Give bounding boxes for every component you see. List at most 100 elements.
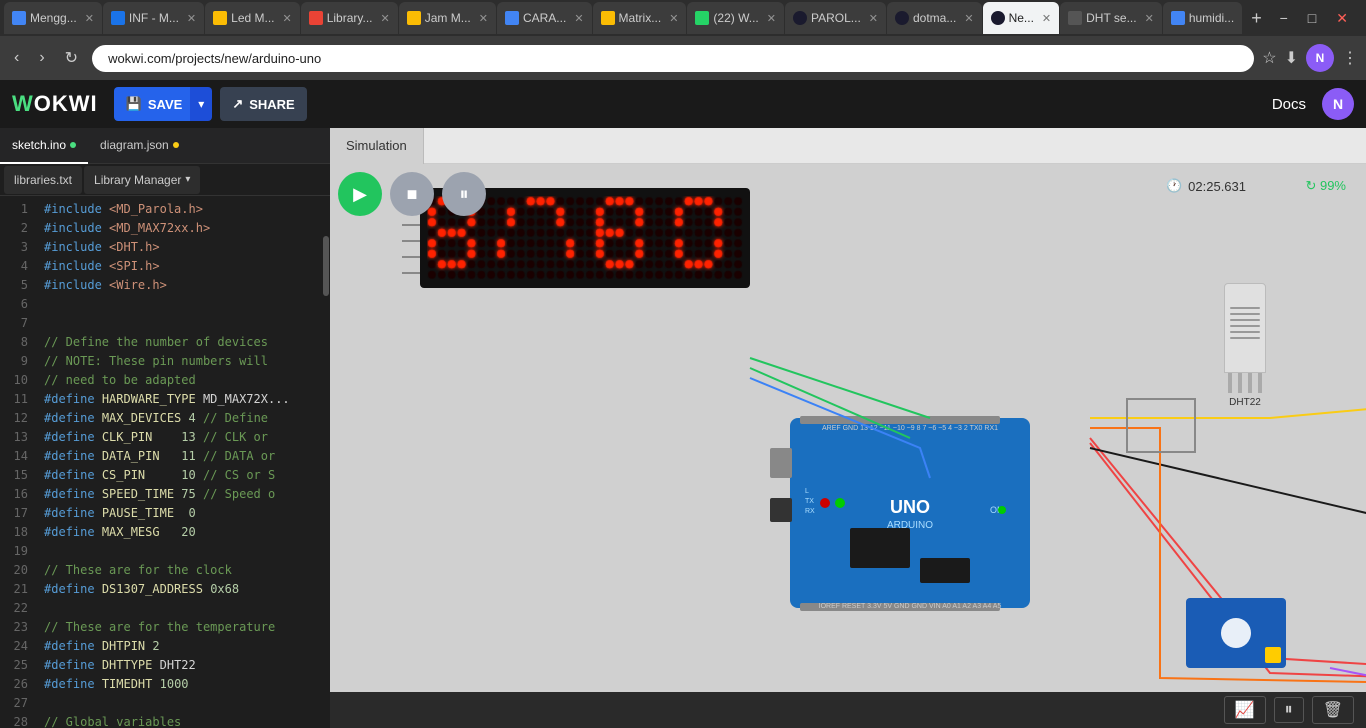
address-bar: ‹ › ↻ ☆ ⬇ N ⋮ [0, 36, 1366, 80]
tab-icon-library [309, 11, 323, 25]
tab-close-mengg[interactable]: ✕ [85, 12, 94, 25]
sim-pause-button[interactable]: ⏸ [1274, 697, 1304, 723]
grill-line-5 [1230, 331, 1260, 333]
delete-button[interactable]: 🗑 [1312, 696, 1354, 724]
code-content[interactable]: #include <MD_Parola.h> #include <MD_MAX7… [36, 196, 322, 728]
file-tab-sketch-label: sketch.ino [12, 138, 66, 152]
reload-button[interactable]: ↻ [59, 44, 84, 72]
forward-button[interactable]: › [33, 45, 50, 71]
play-button[interactable]: ▶ [338, 172, 382, 216]
tab-close-jam[interactable]: ✕ [479, 12, 488, 25]
file-tabs: sketch.ino diagram.json [0, 128, 330, 164]
tab-ne-active[interactable]: Ne... ✕ [983, 2, 1060, 34]
tab-led[interactable]: Led M... ✕ [205, 2, 300, 34]
tab-cara[interactable]: CARA... ✕ [497, 2, 592, 34]
grill-line-2 [1230, 313, 1260, 315]
diagram-modified-dot [173, 142, 179, 148]
libraries-txt-tab[interactable]: libraries.txt [4, 166, 82, 194]
tab-library[interactable]: Library... ✕ [301, 2, 398, 34]
stop-button[interactable]: ■ [390, 172, 434, 216]
matrix-pin-3 [402, 240, 420, 242]
svg-text:UNO: UNO [890, 497, 930, 517]
tab-close-led[interactable]: ✕ [283, 12, 292, 25]
tab-matrix[interactable]: Matrix... ✕ [593, 2, 687, 34]
libraries-txt-label: libraries.txt [14, 173, 72, 187]
tab-icon-cara [505, 11, 519, 25]
code-editor[interactable]: 12345 678910 1112131415 1617181920 21222… [0, 196, 330, 728]
tab-icon-mengg [12, 11, 26, 25]
tab-close-parol[interactable]: ✕ [869, 12, 878, 25]
tab-close-dht[interactable]: ✕ [1145, 12, 1154, 25]
minimize-button[interactable]: − [1274, 10, 1294, 27]
tab-close-cara[interactable]: ✕ [574, 12, 583, 25]
simulation-toolbar: ▶ ■ ⏸ [338, 172, 486, 216]
tab-close-22w[interactable]: ✕ [767, 12, 776, 25]
share-button[interactable]: ↗ SHARE [220, 87, 306, 121]
dht22-label: DHT22 [1229, 397, 1261, 408]
tab-inf[interactable]: INF - M... ✕ [103, 2, 204, 34]
sketch-modified-dot [70, 142, 76, 148]
wokwi-logo: WOKWI [12, 91, 98, 117]
grill-line-1 [1230, 307, 1260, 309]
grill-line-3 [1230, 319, 1260, 321]
menu-button[interactable]: ⋮ [1342, 48, 1358, 68]
docs-button[interactable]: Docs [1272, 96, 1306, 113]
tab-label-cara: CARA... [523, 11, 566, 25]
tab-humidi[interactable]: humidi... [1163, 2, 1242, 34]
file-tab-diagram-label: diagram.json [100, 138, 169, 152]
simulation-tab-label: Simulation [346, 138, 407, 153]
tab-dht[interactable]: DHT se... ✕ [1060, 2, 1162, 34]
new-tab-button[interactable]: + [1243, 8, 1270, 29]
save-button[interactable]: 💾 SAVE [114, 87, 195, 121]
line-numbers: 12345 678910 1112131415 1617181920 21222… [0, 196, 36, 728]
svg-text:ARDUINO: ARDUINO [887, 520, 933, 531]
tab-close-matrix[interactable]: ✕ [669, 12, 678, 25]
tab-icon-parol [793, 11, 807, 25]
editor-area: sketch.ino diagram.json libraries.txt Li… [0, 128, 1366, 728]
simulation-tab[interactable]: Simulation [330, 128, 424, 164]
simulation-tab-bar: Simulation [330, 128, 1366, 164]
arduino-board: UNO ARDUINO ON AREF GND 13 12 ~11 ~10 ~9… [770, 408, 1050, 643]
tab-parol[interactable]: PAROL... ✕ [785, 2, 886, 34]
tab-22w[interactable]: (22) W... ✕ [687, 2, 784, 34]
sim-bottom-bar: 📈 ⏸ 🗑 [330, 692, 1366, 728]
bookmark-button[interactable]: ☆ [1262, 48, 1276, 68]
share-icon: ↗ [232, 96, 243, 112]
save-dropdown-button[interactable]: ▾ [190, 87, 212, 121]
tab-icon-ne [991, 11, 1005, 25]
pause-button[interactable]: ⏸ [442, 172, 486, 216]
tab-label-library: Library... [327, 11, 373, 25]
tab-close-ne[interactable]: ✕ [1042, 12, 1051, 25]
file-tab-sketch[interactable]: sketch.ino [0, 128, 88, 164]
progress-icon: ↻ [1305, 178, 1316, 193]
tab-label-dotma: dotma... [913, 11, 956, 25]
close-button[interactable]: ✕ [1330, 10, 1354, 27]
tab-icon-22w [695, 11, 709, 25]
tab-close-library[interactable]: ✕ [381, 12, 390, 25]
tab-close-inf[interactable]: ✕ [187, 12, 196, 25]
tab-icon-humidi [1171, 11, 1185, 25]
file-tab-diagram[interactable]: diagram.json [88, 128, 191, 164]
maximize-button[interactable]: □ [1302, 10, 1322, 27]
profile-button[interactable]: N [1306, 44, 1334, 72]
code-scrollbar-thumb[interactable] [323, 236, 329, 296]
tab-label-inf: INF - M... [129, 11, 179, 25]
tab-mengg[interactable]: Mengg... ✕ [4, 2, 102, 34]
tab-close-dotma[interactable]: ✕ [964, 12, 973, 25]
save-icon: 💾 [126, 96, 142, 112]
i2c-module [1186, 598, 1286, 668]
clock-icon: 🕐 [1166, 178, 1182, 194]
wokwi-profile-button[interactable]: N [1322, 88, 1354, 120]
matrix-pin-2 [402, 224, 420, 226]
file-subtabs: libraries.txt Library Manager ▾ [0, 164, 330, 196]
chart-button[interactable]: 📈 [1224, 696, 1266, 724]
code-scrollbar[interactable] [322, 196, 330, 728]
library-manager-tab[interactable]: Library Manager ▾ [84, 166, 200, 194]
tab-label-jam: Jam M... [425, 11, 471, 25]
download-button[interactable]: ⬇ [1285, 48, 1298, 68]
tab-dotma[interactable]: dotma... ✕ [887, 2, 982, 34]
progress-value: 99% [1320, 178, 1346, 193]
back-button[interactable]: ‹ [8, 45, 25, 71]
address-input[interactable] [92, 45, 1254, 72]
tab-jam[interactable]: Jam M... ✕ [399, 2, 496, 34]
